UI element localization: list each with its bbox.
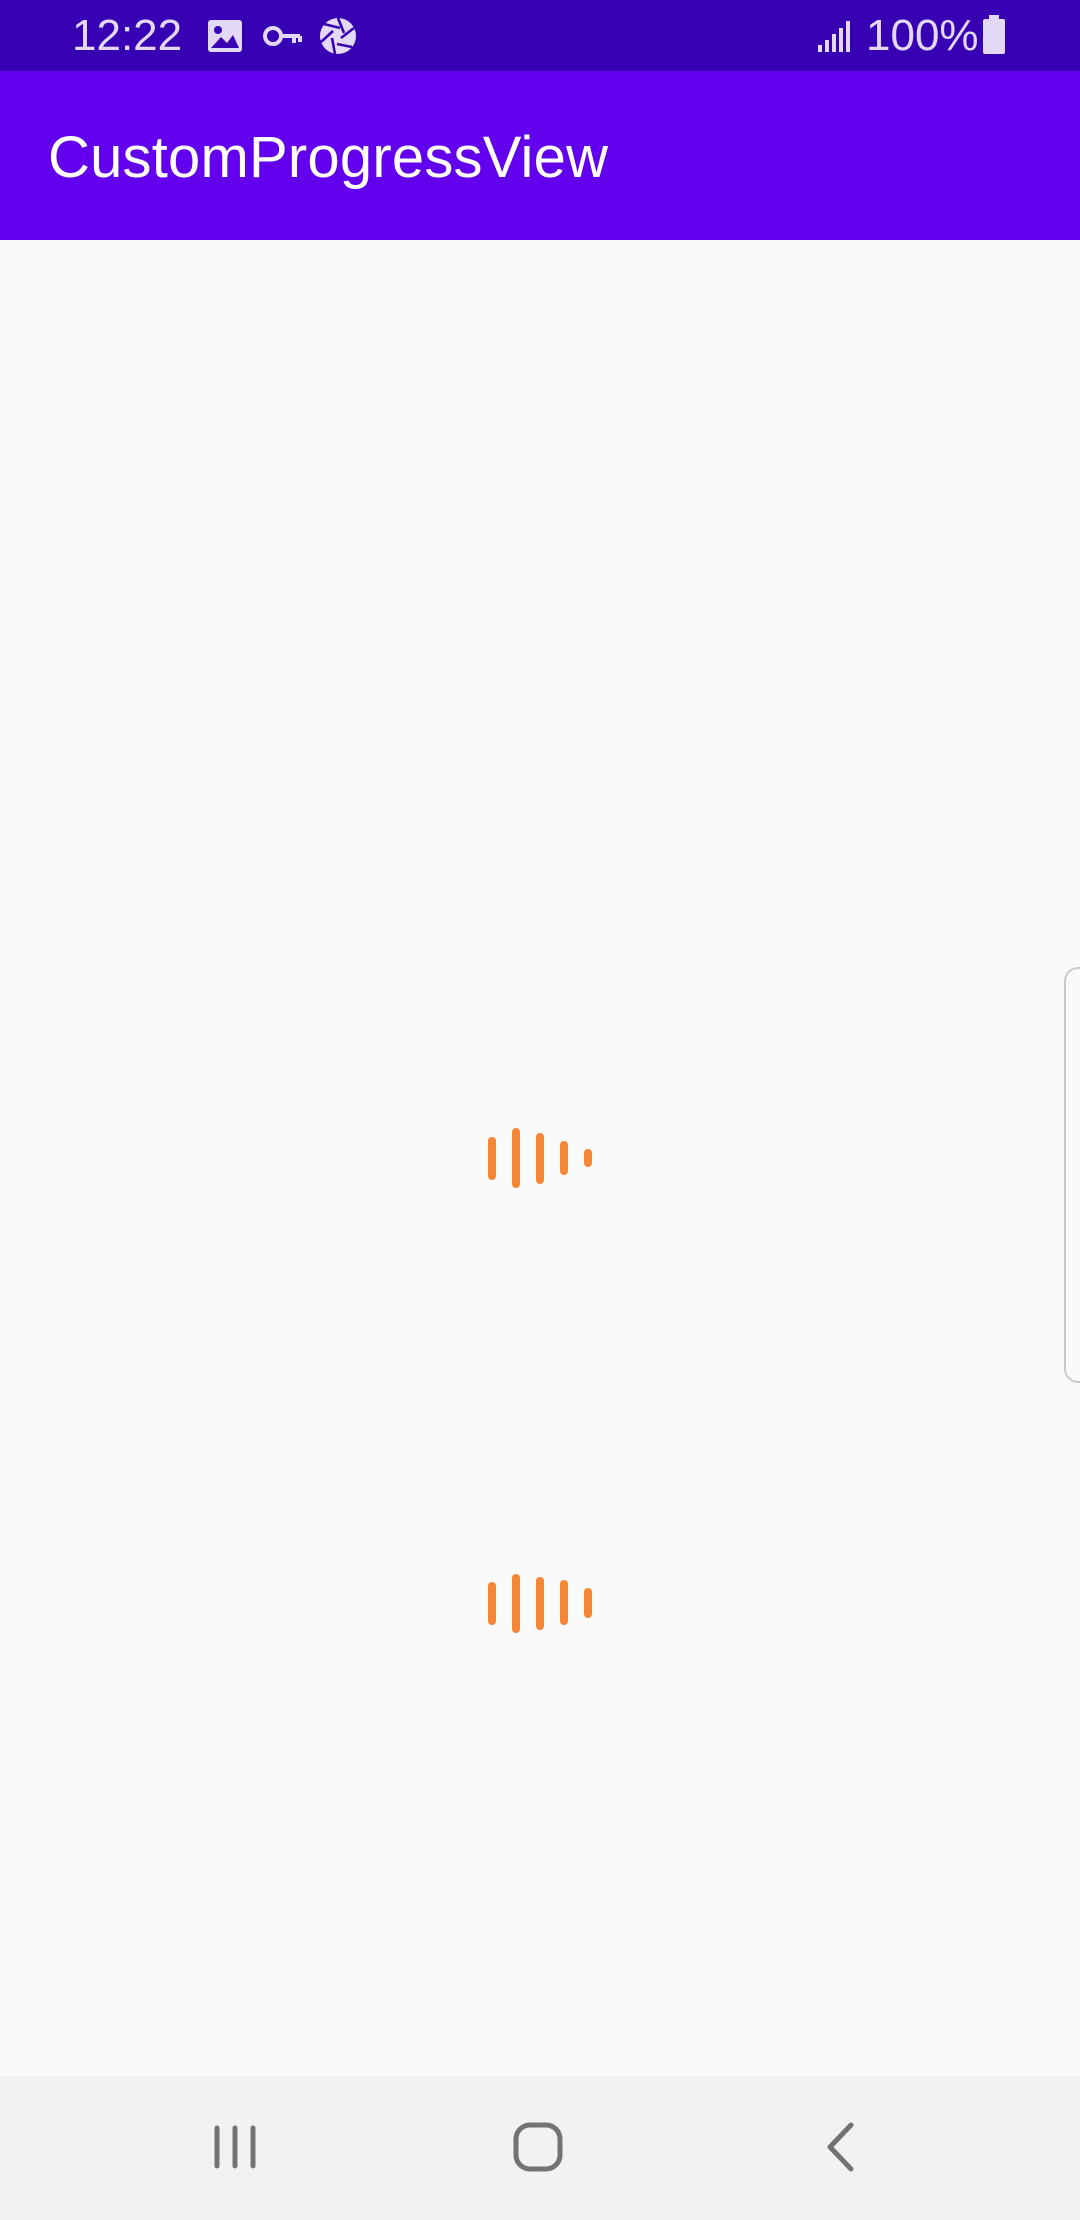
progress-view-1 xyxy=(480,1126,600,1192)
battery-percentage: 100% xyxy=(866,11,979,60)
edge-panel-handle[interactable] xyxy=(1064,967,1080,1383)
screen: 12:22 100% CustomProgressView xyxy=(0,0,1080,2220)
progress-view-2 xyxy=(480,1571,600,1637)
home-icon[interactable] xyxy=(498,2108,578,2188)
aperture-icon xyxy=(318,16,358,56)
status-bar: 12:22 100% xyxy=(0,0,1080,71)
app-bar: CustomProgressView xyxy=(0,71,1080,240)
key-icon xyxy=(262,17,304,55)
back-icon[interactable] xyxy=(800,2108,880,2188)
recent-apps-icon[interactable] xyxy=(196,2108,276,2188)
image-icon xyxy=(206,17,244,55)
content-area xyxy=(0,240,1080,2076)
status-time: 12:22 xyxy=(72,11,183,60)
signal-icon xyxy=(816,17,852,55)
battery-icon xyxy=(980,14,1008,56)
app-title: CustomProgressView xyxy=(48,125,609,190)
navigation-bar xyxy=(0,2076,1080,2220)
